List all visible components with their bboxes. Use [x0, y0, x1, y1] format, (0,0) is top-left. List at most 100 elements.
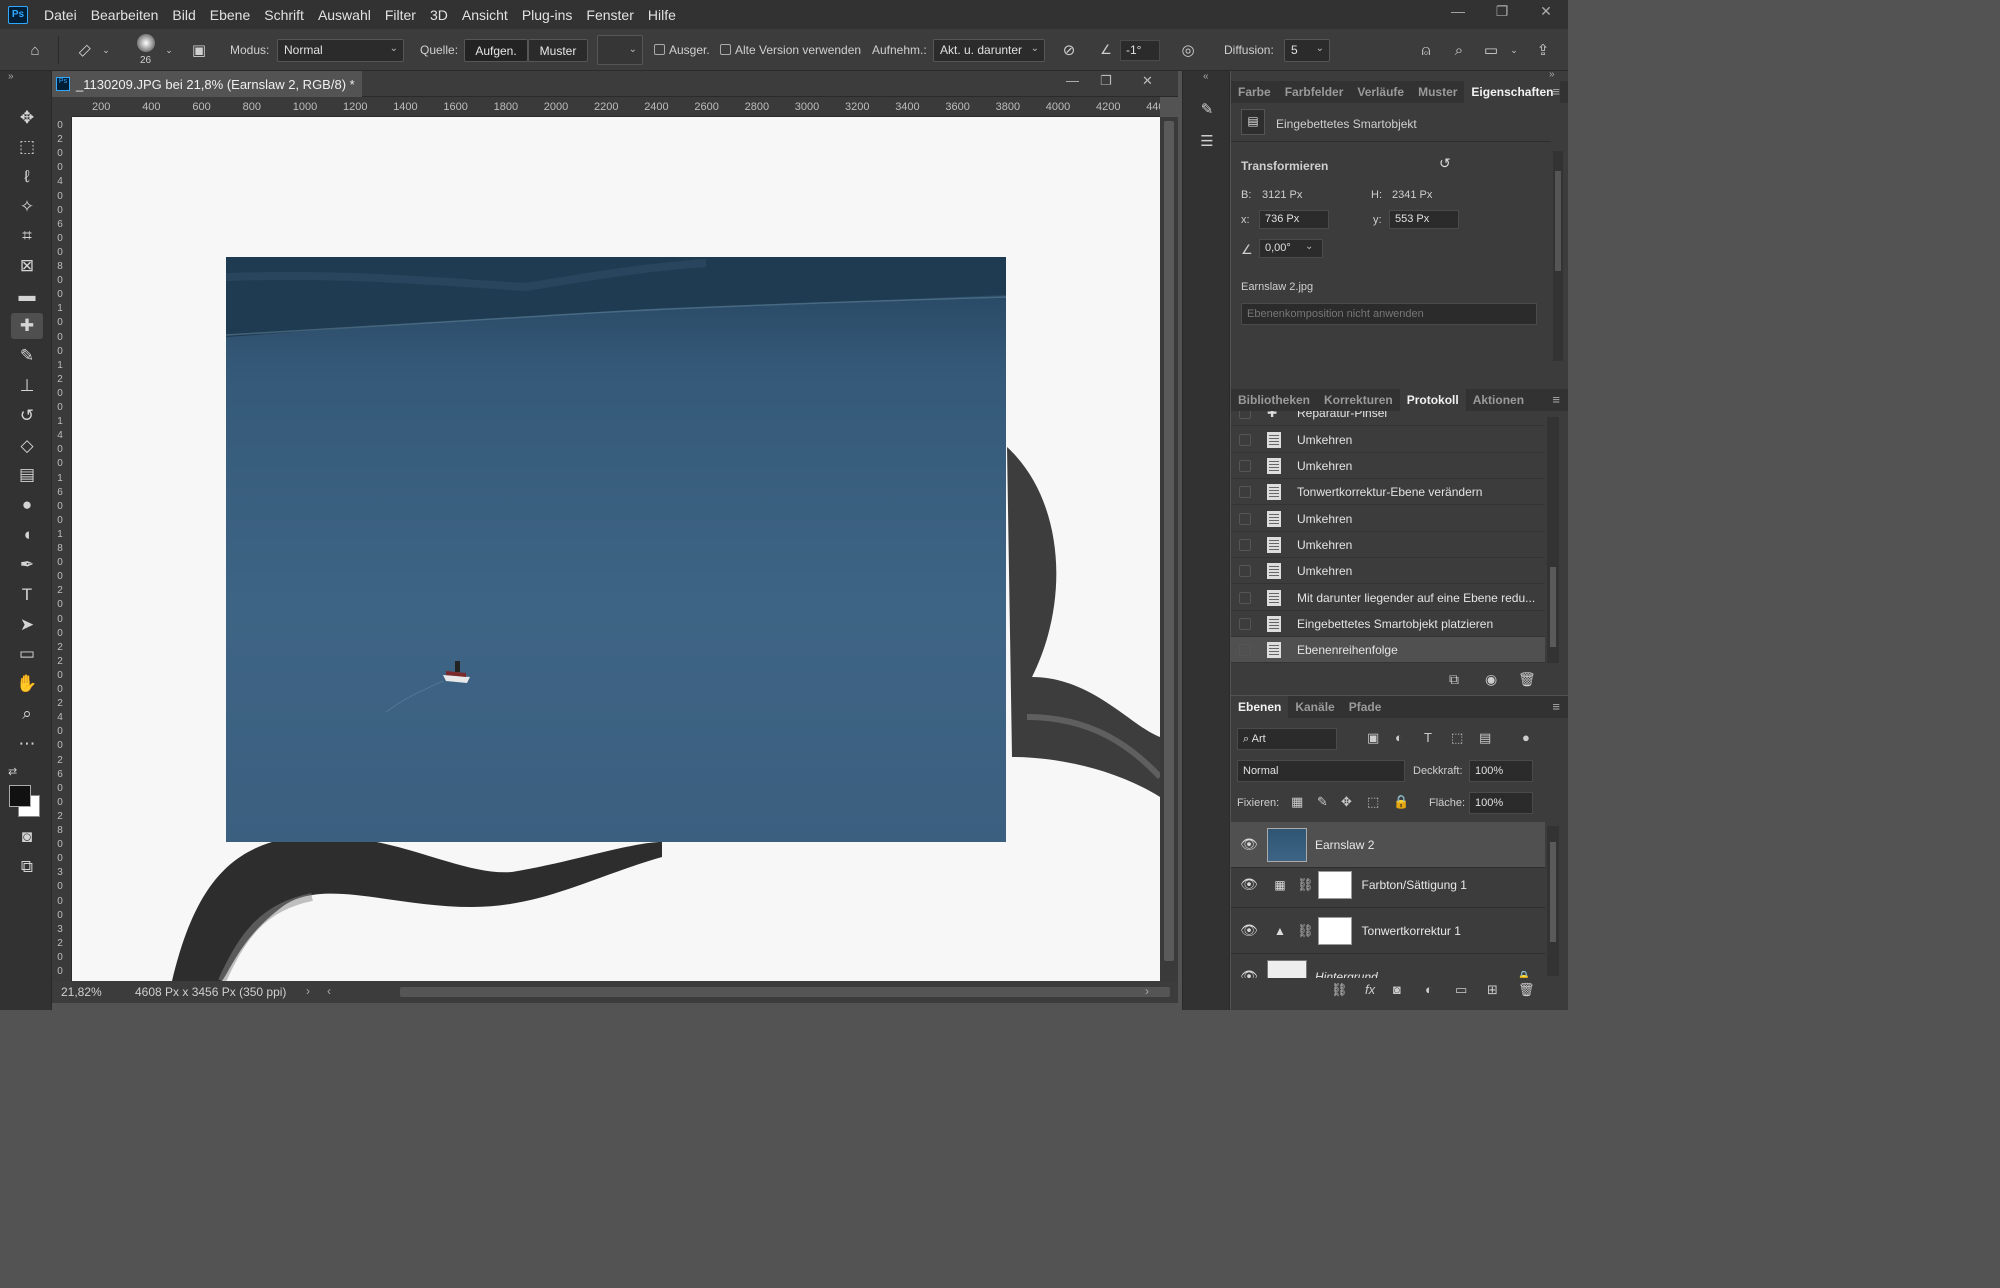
chevron-left-icon[interactable]: ‹ — [327, 984, 331, 998]
magic-wand-tool-icon[interactable]: ✧ — [11, 194, 43, 220]
rectangle-tool-icon[interactable]: ▭ — [11, 641, 43, 667]
menu-ansicht[interactable]: Ansicht — [462, 7, 508, 23]
history-item[interactable]: Eingebettetes Smartobjekt platzieren — [1231, 611, 1545, 637]
muster-button[interactable]: Muster — [528, 39, 588, 62]
document-tab[interactable]: Ps _1130209.JPG bei 21,8% (Earnslaw 2, R… — [52, 71, 362, 97]
menu-auswahl[interactable]: Auswahl — [318, 7, 371, 23]
type-tool-icon[interactable]: T — [11, 582, 43, 608]
layer-comp-dropdown[interactable]: Ebenenkomposition nicht anwenden — [1241, 303, 1537, 325]
layer-mask-thumbnail[interactable] — [1317, 916, 1352, 945]
visibility-eye-icon[interactable]: 👁 — [1231, 968, 1267, 978]
history-item[interactable]: ✚ Reparatur-Pinsel — [1231, 411, 1545, 426]
width-value[interactable]: 3121 Px — [1262, 189, 1302, 201]
tab-bibliotheken[interactable]: Bibliotheken — [1231, 389, 1317, 411]
tab-farbe[interactable]: Farbe — [1231, 81, 1278, 103]
dodge-tool-icon[interactable]: ◖ — [11, 522, 43, 548]
new-adjustment-icon[interactable]: ◐ — [1425, 982, 1433, 997]
lock-transparency-icon[interactable]: ▦ — [1291, 794, 1303, 810]
modus-dropdown[interactable]: Normal ⌄ — [277, 39, 404, 62]
menu-bearbeiten[interactable]: Bearbeiten — [91, 7, 159, 23]
chevron-down-icon[interactable]: ⌄ — [100, 41, 112, 59]
doc-maximize-button[interactable]: ❐ — [1100, 73, 1112, 89]
ruler-tool-icon[interactable]: ▬ — [11, 283, 43, 309]
trash-icon[interactable]: 🗑 — [1518, 671, 1536, 688]
lock-position-icon[interactable]: ✥ — [1341, 794, 1352, 810]
history-item[interactable]: Umkehren — [1231, 506, 1545, 532]
doc-minimize-button[interactable]: — — [1066, 73, 1079, 88]
brush-preview-icon[interactable] — [137, 34, 155, 52]
chevron-down-icon[interactable]: ⌄ — [1305, 241, 1313, 252]
frame-tool-icon[interactable]: ⊠ — [11, 253, 43, 279]
zoom-tool-icon[interactable]: ⌕ — [11, 701, 43, 727]
brush-tool-icon[interactable]: ✎ — [11, 343, 43, 369]
tab-muster[interactable]: Muster — [1411, 81, 1464, 103]
reset-transform-icon[interactable]: ↺ — [1439, 155, 1451, 172]
horizontal-scrollbar[interactable] — [400, 987, 1170, 997]
menu-plugins[interactable]: Plug-ins — [522, 7, 573, 23]
chevron-down-icon[interactable]: ⌄ — [163, 41, 175, 59]
zoom-level[interactable]: 21,82% — [61, 985, 102, 999]
history-item[interactable]: Umkehren — [1231, 558, 1545, 584]
trash-icon[interactable]: 🗑 — [1518, 982, 1535, 998]
layer-filter-dropdown[interactable]: ⌕ Art — [1237, 728, 1337, 750]
panel-menu-icon[interactable]: ≡ — [1552, 84, 1560, 99]
blur-tool-icon[interactable]: ● — [11, 492, 43, 518]
layer-name[interactable]: Tonwertkorrektur 1 — [1362, 924, 1461, 938]
swap-colors-icon[interactable]: ⇄ — [8, 765, 17, 778]
menu-fenster[interactable]: Fenster — [586, 7, 633, 23]
tab-verlaeufe[interactable]: Verläufe — [1350, 81, 1411, 103]
lasso-tool-icon[interactable]: ℓ — [11, 164, 43, 190]
menu-bild[interactable]: Bild — [172, 7, 195, 23]
filter-adjustment-icon[interactable]: ◐ — [1395, 730, 1403, 745]
menu-datei[interactable]: Datei — [44, 7, 77, 23]
filter-type-icon[interactable]: T — [1424, 730, 1432, 745]
crop-tool-icon[interactable]: ⌗ — [11, 223, 43, 249]
canvas[interactable] — [72, 117, 1160, 981]
chevron-right-icon[interactable]: › — [1145, 984, 1149, 998]
collapse-icon[interactable]: » — [8, 71, 14, 82]
link-layers-icon[interactable]: ⛓ — [1331, 982, 1348, 998]
layer-mask-thumbnail[interactable] — [1317, 870, 1352, 899]
chevron-right-icon[interactable]: › — [306, 984, 310, 998]
aufgen-button[interactable]: Aufgen. — [464, 39, 528, 62]
history-item-active[interactable]: Ebenenreihenfolge — [1231, 637, 1545, 663]
lock-pixels-icon[interactable]: ✎ — [1317, 794, 1328, 810]
menu-schrift[interactable]: Schrift — [264, 7, 304, 23]
y-input[interactable]: 553 Px — [1389, 210, 1459, 229]
visibility-eye-icon[interactable]: 👁 — [1231, 922, 1267, 939]
history-scrollbar[interactable] — [1547, 417, 1559, 663]
gradient-tool-icon[interactable]: ▤ — [11, 462, 43, 488]
brush-presets-icon[interactable]: ✎ — [1195, 97, 1219, 121]
tab-eigenschaften[interactable]: Eigenschaften — [1464, 81, 1561, 103]
panel-menu-icon[interactable]: ≡ — [1552, 699, 1560, 714]
healing-brush-tool-icon[interactable]: ▭ — [68, 34, 101, 67]
new-document-from-state-icon[interactable]: ⧉ — [1449, 671, 1459, 688]
history-item[interactable]: Mit darunter liegender auf eine Ebene re… — [1231, 585, 1545, 611]
healing-brush-tool-icon[interactable]: ✚ — [11, 313, 43, 339]
minimize-button[interactable]: — — [1436, 0, 1480, 22]
layer-row[interactable]: 👁 ▲ ⛓ Tonwertkorrektur 1 — [1231, 908, 1545, 954]
tab-aktionen[interactable]: Aktionen — [1466, 389, 1531, 411]
panel-menu-icon[interactable]: ≡ — [1552, 392, 1560, 407]
stamp-tool-icon[interactable]: ⊥ — [11, 373, 43, 399]
snapshot-camera-icon[interactable]: ◉ — [1485, 671, 1497, 688]
layer-row[interactable]: 👁 Hintergrund 🔒 — [1231, 954, 1545, 978]
tab-farbfelder[interactable]: Farbfelder — [1278, 81, 1351, 103]
chevron-down-icon[interactable]: ⌄ — [1508, 41, 1520, 59]
more-tools-icon[interactable]: ⋯ — [11, 731, 43, 757]
lock-artboard-icon[interactable]: ⬚ — [1367, 794, 1379, 810]
layer-name[interactable]: Earnslaw 2 — [1315, 838, 1374, 852]
height-value[interactable]: 2341 Px — [1392, 189, 1432, 201]
hand-tool-icon[interactable]: ✋ — [11, 671, 43, 697]
filter-toggle-icon[interactable]: ● — [1522, 730, 1530, 745]
history-brush-tool-icon[interactable]: ↺ — [11, 403, 43, 429]
screen-mode-icon[interactable]: ⧉ — [11, 854, 43, 880]
tab-pfade[interactable]: Pfade — [1342, 696, 1389, 718]
history-item[interactable]: Umkehren — [1231, 532, 1545, 558]
fill-input[interactable]: 100% — [1469, 792, 1533, 814]
foreground-color-swatch[interactable] — [9, 785, 31, 807]
scroll-thumb[interactable] — [1164, 121, 1174, 961]
tab-kanaele[interactable]: Kanäle — [1288, 696, 1341, 718]
tab-korrekturen[interactable]: Korrekturen — [1317, 389, 1400, 411]
workspace-icon[interactable]: ▭ — [1480, 39, 1502, 61]
